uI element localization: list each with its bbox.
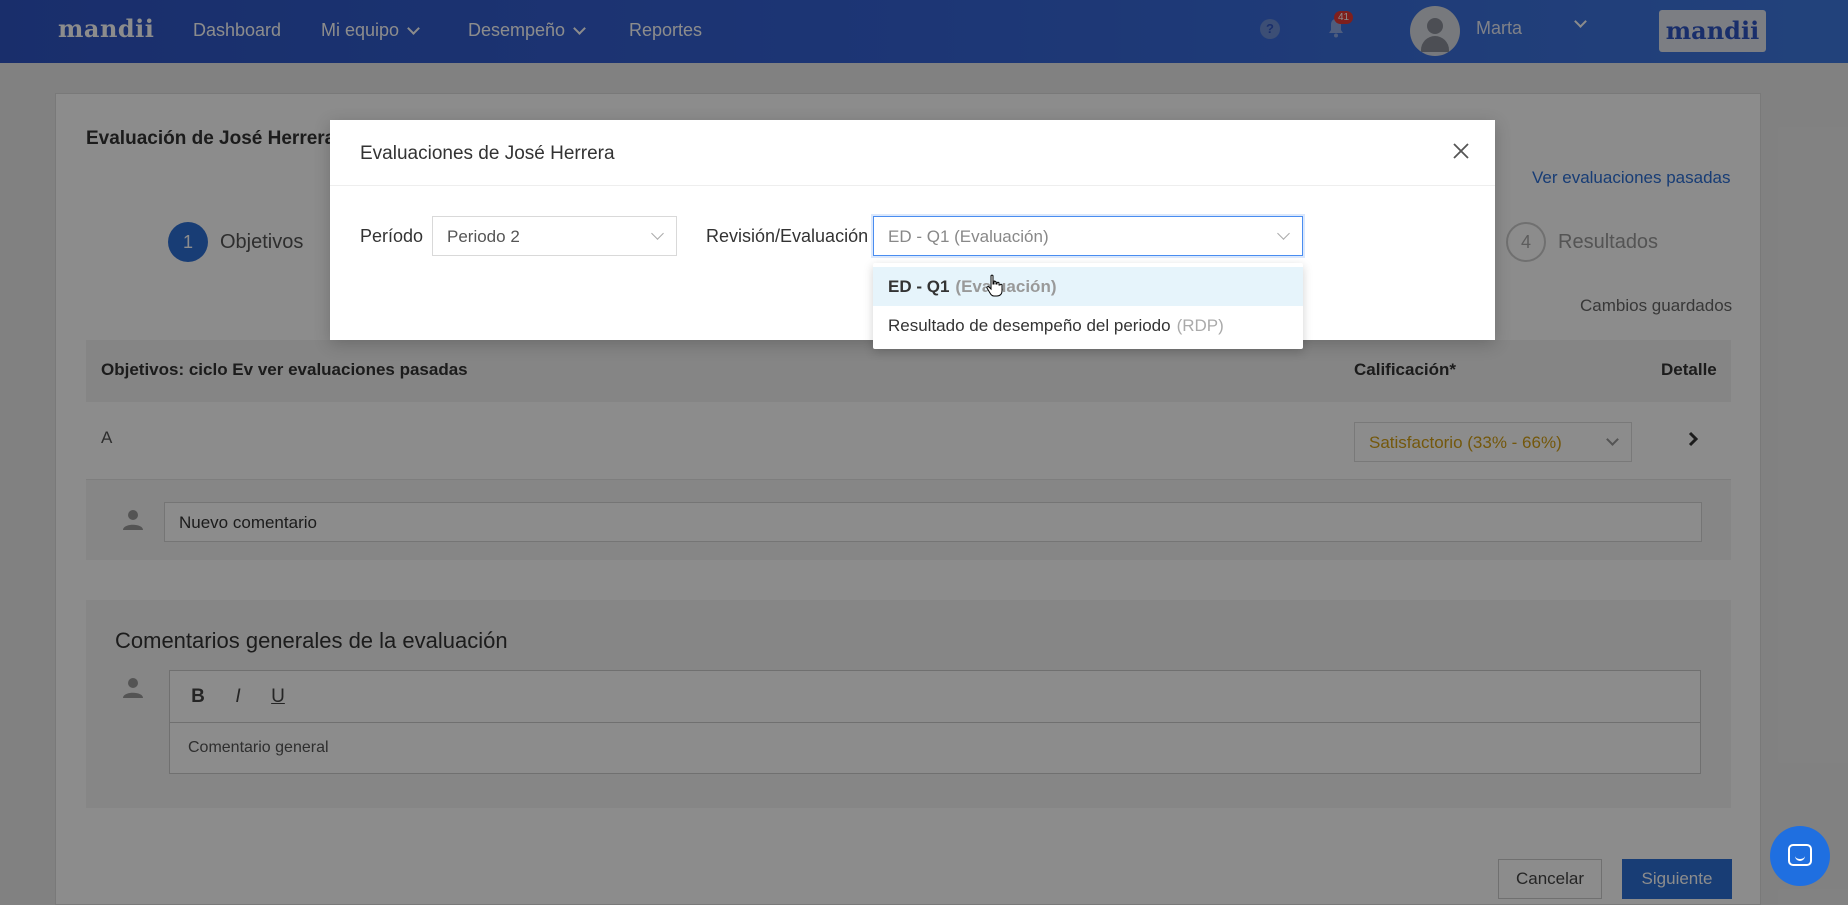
close-icon[interactable]	[1450, 140, 1472, 162]
option-sub-text: (Evaluación)	[955, 276, 1057, 296]
chevron-down-icon	[651, 227, 664, 240]
option-main-text: ED - Q1	[888, 276, 950, 296]
period-value: Periodo 2	[447, 227, 520, 246]
dropdown-option[interactable]: Resultado de desempeño del periodo (RDP)	[873, 306, 1303, 345]
chat-icon	[1788, 844, 1812, 866]
period-label: Período	[360, 226, 424, 246]
modal-header: Evaluaciones de José Herrera	[330, 120, 1495, 186]
chat-button[interactable]	[1770, 826, 1830, 886]
option-main-text: Resultado de desempeño del periodo	[888, 315, 1171, 335]
option-sub-text: (RDP)	[1176, 315, 1224, 335]
review-select[interactable]: ED - Q1 (Evaluación)	[873, 216, 1303, 256]
modal-title: Evaluaciones de José Herrera	[360, 143, 615, 164]
dropdown-option[interactable]: ED - Q1 (Evaluación)	[873, 267, 1303, 306]
review-value: ED - Q1 (Evaluación)	[888, 227, 1049, 246]
review-label: Revisión/Evaluación	[706, 226, 869, 246]
review-dropdown-menu: ED - Q1 (Evaluación) Resultado de desemp…	[873, 263, 1303, 349]
chevron-down-icon	[1277, 227, 1290, 240]
period-select[interactable]: Periodo 2	[432, 216, 677, 256]
hand-cursor-icon	[986, 274, 1003, 297]
